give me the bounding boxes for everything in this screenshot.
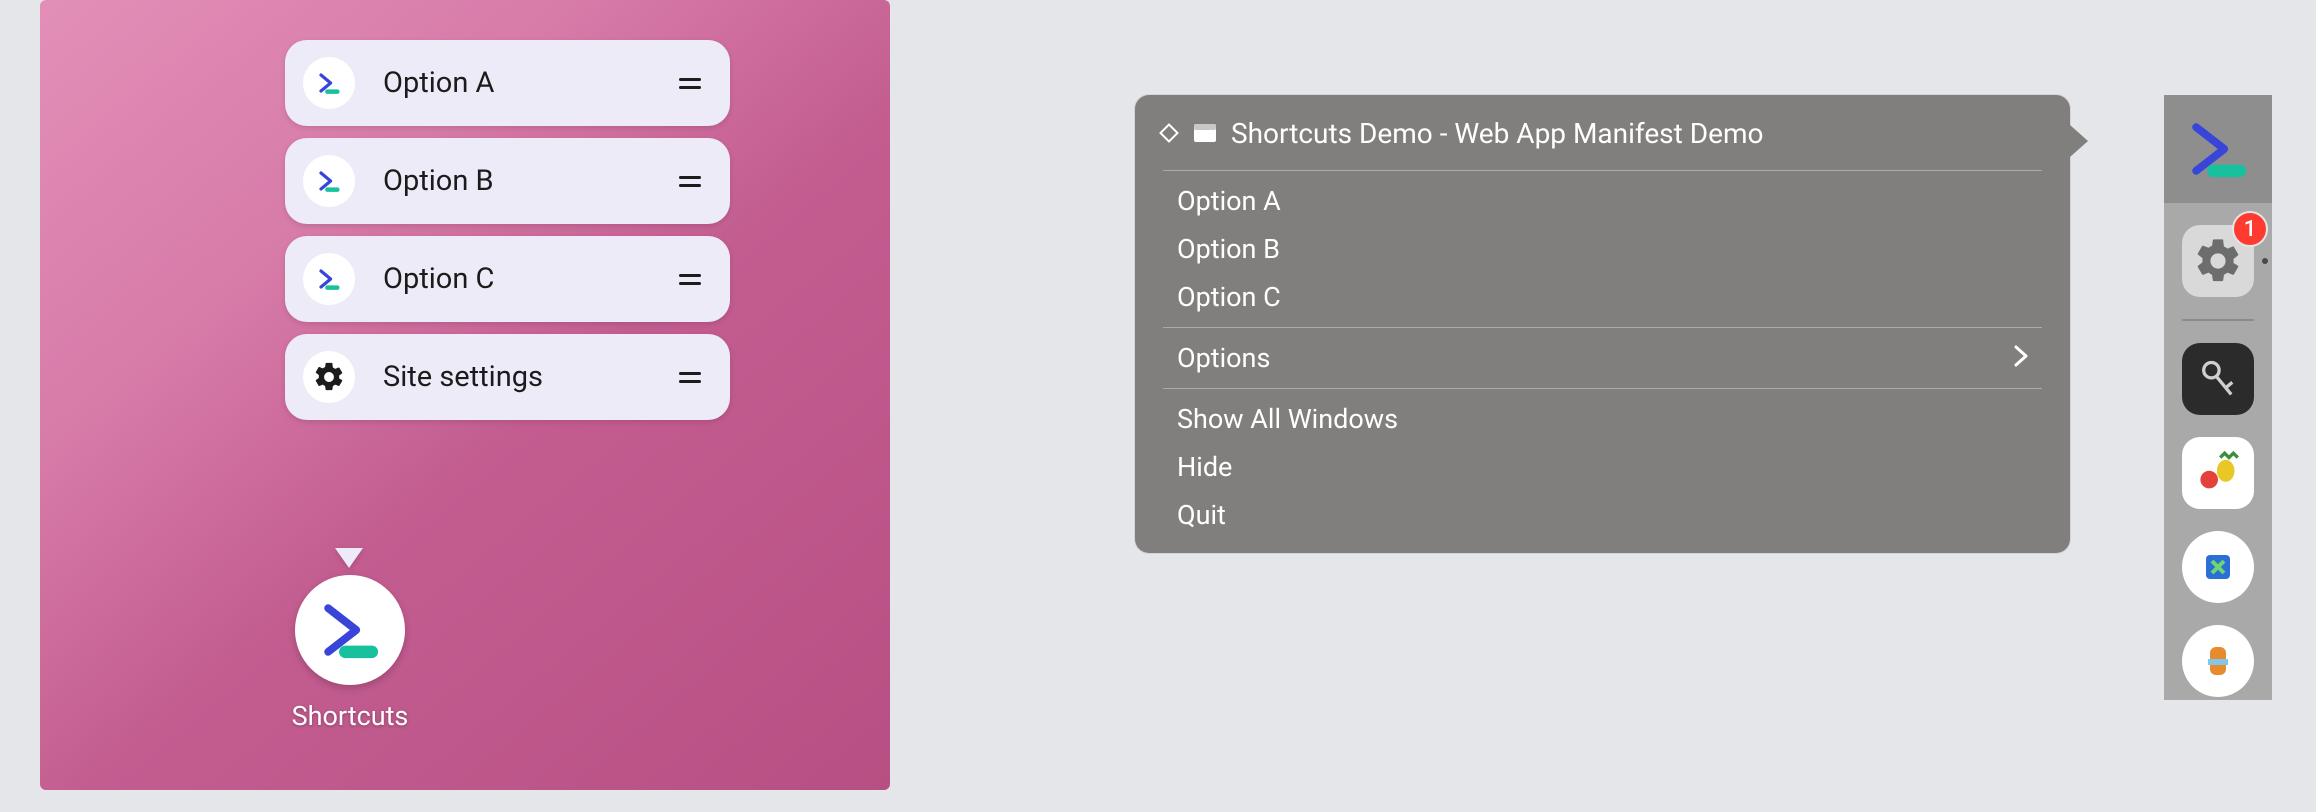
mac-menu-item[interactable]: Hide <box>1135 443 2070 491</box>
android-shortcut-item[interactable]: Option A <box>285 40 730 126</box>
drag-handle-icon[interactable] <box>678 78 702 89</box>
separator <box>1163 388 2042 389</box>
separator <box>1163 170 2042 171</box>
diamond-icon <box>1159 118 1179 150</box>
android-app-icon[interactable] <box>295 575 405 685</box>
window-icon <box>1193 118 1217 150</box>
pwa-icon <box>303 253 355 305</box>
android-shortcut-item[interactable]: Option C <box>285 236 730 322</box>
site-settings-label: Site settings <box>383 360 678 394</box>
menu-item-label: Show All Windows <box>1177 403 1398 435</box>
dock-app-pwa[interactable] <box>2164 95 2272 203</box>
separator <box>1163 327 2042 328</box>
drag-handle-icon[interactable] <box>678 372 702 383</box>
pwa-icon <box>303 155 355 207</box>
gear-icon <box>303 351 355 403</box>
android-screenshot: Option A Option B Option C <box>40 0 890 790</box>
drag-handle-icon[interactable] <box>678 274 702 285</box>
shortcut-label: Option C <box>383 262 678 296</box>
menu-item-label: Option A <box>1177 185 1281 217</box>
android-shortcut-popup: Option A Option B Option C <box>285 40 730 420</box>
menu-item-label: Hide <box>1177 451 1232 483</box>
shortcut-label: Option B <box>383 164 678 198</box>
mac-menu-options[interactable]: Options <box>1135 334 2070 382</box>
menu-item-label: Quit <box>1177 499 1226 531</box>
mac-menu-item[interactable]: Show All Windows <box>1135 395 2070 443</box>
drag-handle-icon[interactable] <box>678 176 702 187</box>
dock-app-misc-1[interactable] <box>2182 437 2254 509</box>
mac-menu-header[interactable]: Shortcuts Demo - Web App Manifest Demo <box>1135 109 2070 164</box>
menu-item-label: Option B <box>1177 233 1280 265</box>
dock-app-misc-3[interactable] <box>2182 625 2254 697</box>
menu-item-label: Options <box>1177 342 1270 374</box>
mac-dock: 1 <box>2164 95 2272 700</box>
dock-divider <box>2182 319 2254 321</box>
notification-badge: 1 <box>2232 211 2268 247</box>
pwa-icon <box>303 57 355 109</box>
running-indicator-icon <box>2262 258 2268 264</box>
menu-item-label: Option C <box>1177 281 1281 313</box>
android-shortcut-item[interactable]: Option B <box>285 138 730 224</box>
chevron-right-icon <box>2014 342 2028 374</box>
dock-app-system-preferences[interactable]: 1 <box>2182 225 2254 297</box>
mac-menu-item[interactable]: Option B <box>1135 225 2070 273</box>
android-site-settings-item[interactable]: Site settings <box>285 334 730 420</box>
mac-menu-item[interactable]: Option C <box>1135 273 2070 321</box>
mac-dock-context-menu: Shortcuts Demo - Web App Manifest Demo O… <box>1135 95 2070 553</box>
mac-menu-item[interactable]: Quit <box>1135 491 2070 539</box>
popup-tail <box>335 548 363 568</box>
mac-menu-item[interactable]: Option A <box>1135 177 2070 225</box>
shortcut-label: Option A <box>383 66 678 100</box>
android-app-label: Shortcuts <box>245 700 455 732</box>
dock-app-misc-2[interactable] <box>2182 531 2254 603</box>
mac-menu-title: Shortcuts Demo - Web App Manifest Demo <box>1231 117 1763 150</box>
dock-app-keychain[interactable] <box>2182 343 2254 415</box>
